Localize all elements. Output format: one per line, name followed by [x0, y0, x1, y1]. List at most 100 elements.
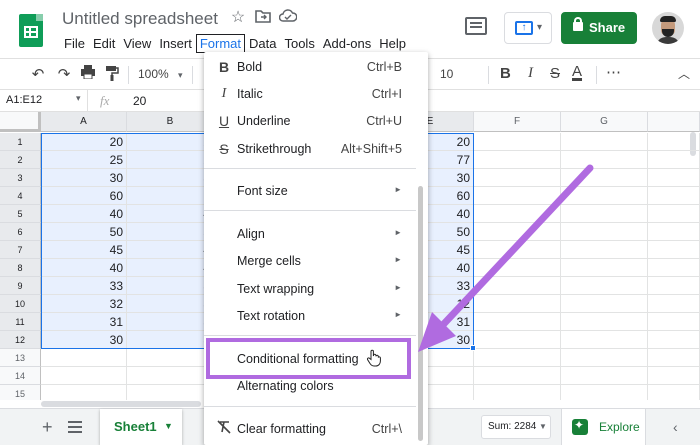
menu-addons[interactable]: Add-ons	[319, 34, 375, 53]
cell[interactable]: 60	[41, 187, 127, 205]
row-header-12[interactable]: 12	[0, 331, 41, 349]
row-header-8[interactable]: 8	[0, 259, 41, 277]
cell[interactable]	[474, 277, 561, 295]
cell[interactable]	[474, 223, 561, 241]
cell[interactable]: 40	[41, 205, 127, 223]
cell[interactable]: 3	[127, 313, 214, 331]
cell[interactable]	[127, 367, 214, 385]
cell[interactable]	[41, 367, 127, 385]
menu-item-italic[interactable]: I Italic Ctrl+I	[204, 81, 428, 107]
cloud-status-icon[interactable]	[278, 9, 298, 27]
menu-item-strikethrough[interactable]: S Strikethrough Alt+Shift+5	[204, 136, 428, 162]
sheets-logo-icon[interactable]	[19, 14, 43, 47]
cell[interactable]	[561, 367, 648, 385]
cell[interactable]	[561, 151, 648, 169]
cell[interactable]: 6	[127, 187, 214, 205]
cell[interactable]: 32	[41, 295, 127, 313]
cell[interactable]: 30	[41, 169, 127, 187]
menu-insert[interactable]: Insert	[155, 34, 196, 53]
menu-edit[interactable]: Edit	[89, 34, 119, 53]
zoom-select[interactable]: 100% ▾	[138, 67, 183, 81]
cell[interactable]	[474, 295, 561, 313]
cell[interactable]: 25	[41, 151, 127, 169]
row-header-5[interactable]: 5	[0, 205, 41, 223]
cell[interactable]	[561, 187, 648, 205]
cell[interactable]: 5	[127, 223, 214, 241]
row-header-6[interactable]: 6	[0, 223, 41, 241]
star-icon[interactable]: ☆	[229, 9, 247, 27]
cell[interactable]	[561, 295, 648, 313]
cell[interactable]	[474, 349, 561, 367]
menu-tools[interactable]: Tools	[280, 34, 318, 53]
row-header-11[interactable]: 11	[0, 313, 41, 331]
row-header-3[interactable]: 3	[0, 169, 41, 187]
menu-item-align[interactable]: Align ►	[204, 221, 428, 247]
column-header-partial[interactable]	[648, 112, 700, 132]
sum-indicator[interactable]: Sum: 2284 ▼	[481, 415, 551, 439]
cell[interactable]: 4	[127, 259, 214, 277]
menu-item-bold[interactable]: B Bold Ctrl+B	[204, 54, 428, 80]
cell[interactable]	[561, 385, 648, 400]
menu-file[interactable]: File	[60, 34, 89, 53]
cell[interactable]	[474, 241, 561, 259]
cell[interactable]	[474, 205, 561, 223]
cell[interactable]	[648, 187, 700, 205]
cell[interactable]	[648, 313, 700, 331]
collapse-toolbar-icon[interactable]: ︿	[678, 65, 690, 82]
cell[interactable]	[561, 169, 648, 187]
cell[interactable]	[561, 349, 648, 367]
cell[interactable]: 20	[41, 133, 127, 151]
cell[interactable]	[648, 205, 700, 223]
font-size-select[interactable]: 10	[440, 67, 453, 81]
cell[interactable]	[648, 277, 700, 295]
row-header-4[interactable]: 4	[0, 187, 41, 205]
cell[interactable]: 3	[127, 295, 214, 313]
column-header-b[interactable]: B	[127, 112, 214, 132]
cell[interactable]	[648, 349, 700, 367]
print-icon[interactable]	[78, 65, 98, 85]
cell[interactable]: 50	[41, 223, 127, 241]
share-button[interactable]: Share	[561, 12, 637, 44]
cell[interactable]: 3	[127, 277, 214, 295]
cell[interactable]	[648, 259, 700, 277]
cell[interactable]: 4	[127, 205, 214, 223]
formula-input[interactable]: 20	[133, 94, 146, 108]
cell[interactable]	[561, 133, 648, 151]
column-header-a[interactable]: A	[41, 112, 127, 132]
redo-icon[interactable]: ↷	[54, 65, 74, 85]
cell[interactable]: 40	[41, 259, 127, 277]
side-panel-toggle-icon[interactable]: ‹	[673, 419, 678, 435]
strikethrough-button[interactable]: S	[550, 65, 560, 82]
row-header-13[interactable]: 13	[0, 349, 41, 367]
cell[interactable]: 4	[127, 241, 214, 259]
cell[interactable]	[127, 385, 214, 400]
menu-item-text-rotation[interactable]: Text rotation ►	[204, 303, 428, 329]
cell[interactable]	[41, 349, 127, 367]
document-title[interactable]: Untitled spreadsheet	[62, 9, 218, 29]
menu-scrollbar[interactable]	[418, 186, 423, 441]
row-header-1[interactable]: 1	[0, 133, 41, 151]
menu-item-clear-formatting[interactable]: Clear formatting Ctrl+\	[204, 416, 428, 442]
menu-item-text-wrapping[interactable]: Text wrapping ►	[204, 276, 428, 302]
comment-history-icon[interactable]	[465, 17, 487, 35]
menu-view[interactable]: View	[119, 34, 155, 53]
cell[interactable]	[561, 277, 648, 295]
menu-data[interactable]: Data	[245, 34, 280, 53]
more-icon[interactable]: ⋯	[606, 63, 622, 81]
column-header-f[interactable]: F	[474, 112, 561, 132]
cell[interactable]: 30	[41, 331, 127, 349]
row-header-14[interactable]: 14	[0, 367, 41, 385]
cell[interactable]	[561, 241, 648, 259]
italic-button[interactable]: I	[528, 65, 533, 82]
cell[interactable]	[648, 223, 700, 241]
explore-button[interactable]: Explore	[561, 409, 646, 445]
row-header-15[interactable]: 15	[0, 385, 41, 400]
menu-item-underline[interactable]: U Underline Ctrl+U	[204, 108, 428, 134]
text-color-button[interactable]: A	[572, 63, 582, 80]
cell[interactable]: 2	[127, 151, 214, 169]
cell[interactable]	[561, 331, 648, 349]
cell[interactable]	[474, 331, 561, 349]
cell[interactable]	[474, 367, 561, 385]
move-folder-icon[interactable]	[254, 9, 272, 27]
add-sheet-button[interactable]: +	[42, 417, 53, 438]
